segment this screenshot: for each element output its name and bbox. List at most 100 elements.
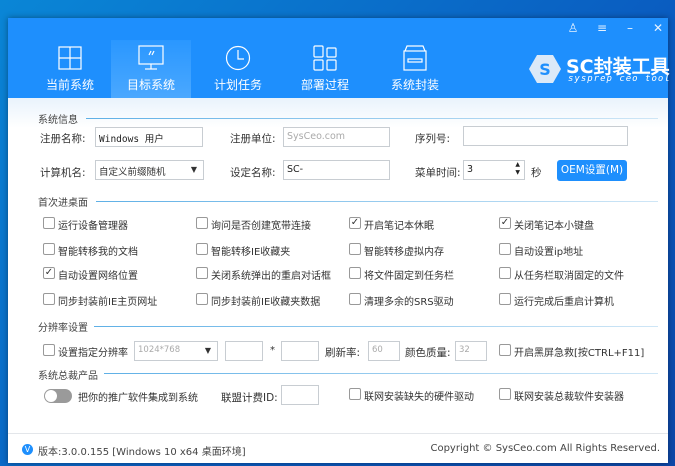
tab-label: 当前系统: [45, 78, 94, 92]
set-name-input[interactable]: SC-: [283, 160, 390, 180]
tab-target-system[interactable]: 目标系统: [111, 40, 191, 98]
section-first-desktop: 首次进桌面: [38, 198, 88, 209]
svg-text:S: S: [539, 60, 551, 79]
desktop-option-label: 智能转移虚拟内存: [364, 247, 444, 258]
desktop-option-label: 同步封装前IE收藏夹数据: [211, 297, 321, 308]
tab-deploy[interactable]: 部署过程: [285, 40, 365, 98]
sc-logo-icon: S: [529, 55, 561, 83]
reg-org-label: 注册单位:: [230, 133, 276, 145]
divider: [86, 118, 658, 119]
version-text: 版本:3.0.0.155 [Windows 10 x64 桌面环境]: [38, 447, 246, 458]
color-quality-label: 颜色质量:: [405, 347, 451, 359]
resolution-width-input[interactable]: [225, 341, 263, 361]
resolution-height-input[interactable]: [281, 341, 319, 361]
desktop-option-label: 关闭笔记本小键盘: [514, 221, 594, 232]
set-resolution-checkbox[interactable]: [43, 344, 55, 356]
tab-current-system[interactable]: 当前系统: [30, 40, 110, 98]
desktop-option-label: 关闭系统弹出的重启对话框: [211, 271, 331, 282]
version-icon: V: [22, 444, 33, 455]
desktop-option-checkbox[interactable]: [349, 293, 361, 305]
set-resolution-label: 设置指定分辨率: [58, 348, 128, 359]
installer-label: 联网安装总裁软件安装器: [514, 392, 624, 403]
computer-name-label: 计算机名:: [40, 167, 86, 179]
desktop-option-label: 询问是否创建宽带连接: [211, 221, 311, 232]
tab-label: 部署过程: [300, 78, 349, 92]
desktop-option-checkbox[interactable]: ✓: [43, 267, 55, 279]
set-name-label: 设定名称:: [230, 167, 276, 179]
desktop-option-checkbox[interactable]: [196, 267, 208, 279]
desktop-option-checkbox[interactable]: [43, 217, 55, 229]
desktop-option-label: 开启笔记本休眠: [364, 221, 434, 232]
divider: [96, 201, 658, 202]
color-quality-input[interactable]: 32: [455, 341, 487, 361]
menu-time-spinner[interactable]: 3 ▲ ▼: [463, 160, 525, 180]
resolution-select[interactable]: 1024*768: [134, 341, 218, 361]
spinner-arrows-icon[interactable]: ▲ ▼: [515, 161, 520, 177]
section-resolution: 分辨率设置: [38, 323, 88, 334]
desktop-option-checkbox[interactable]: [349, 267, 361, 279]
desktop-option-label: 自动设置网络位置: [58, 271, 138, 282]
alliance-id-label: 联盟计费ID:: [221, 392, 278, 404]
desktop-option-checkbox[interactable]: [499, 267, 511, 279]
serial-label: 序列号:: [415, 133, 451, 145]
desktop-option-checkbox[interactable]: [196, 293, 208, 305]
header: ♙ ≡ – ✕ 当前系统 目标系统 计划任务 部署过程 系统封装 S SC封装工…: [8, 18, 670, 98]
desktop-option-checkbox[interactable]: [43, 293, 55, 305]
box-icon: [403, 45, 427, 71]
tab-package[interactable]: 系统封装: [375, 40, 455, 98]
refresh-label: 刷新率:: [325, 347, 361, 359]
rescue-label: 开启黑屏急救[按CTRL+F11]: [514, 348, 645, 359]
rescue-checkbox[interactable]: [499, 344, 511, 356]
copyright-text: Copyright © SysCeo.com All Rights Reserv…: [430, 443, 660, 454]
times-sign: *: [270, 345, 275, 356]
reg-org-input[interactable]: SysCeo.com: [283, 127, 390, 147]
monitor-icon: [138, 45, 164, 70]
minimize-icon[interactable]: –: [620, 21, 640, 35]
app-window: ♙ ≡ – ✕ 当前系统 目标系统 计划任务 部署过程 系统封装 S SC封装工…: [8, 18, 670, 463]
target-system-panel: [8, 98, 668, 433]
clock-icon: [225, 45, 251, 71]
divider: [94, 326, 658, 327]
oem-settings-button[interactable]: OEM设置(M): [557, 160, 627, 181]
desktop-option-checkbox[interactable]: ✓: [499, 217, 511, 229]
menu-time-label: 菜单时间:: [415, 167, 461, 179]
desktop-option-checkbox[interactable]: [196, 217, 208, 229]
hw-driver-label: 联网安装缺失的硬件驱动: [364, 392, 474, 403]
desktop-option-checkbox[interactable]: [349, 243, 361, 255]
computer-name-select[interactable]: 自定义前缀随机: [95, 160, 204, 180]
refresh-input[interactable]: 60: [368, 341, 400, 361]
windows-icon: [58, 46, 82, 70]
desktop-option-label: 智能转移IE收藏夹: [211, 247, 291, 258]
promo-software-label: 把你的推广软件集成到系统: [78, 393, 198, 404]
divider: [104, 373, 658, 374]
section-system-info: 系统信息: [38, 115, 78, 126]
desktop-option-label: 智能转移我的文档: [58, 247, 138, 258]
user-icon[interactable]: ♙: [563, 21, 583, 35]
desktop-option-checkbox[interactable]: [499, 243, 511, 255]
section-products: 系统总裁产品: [38, 371, 98, 382]
tab-label: 系统封装: [390, 78, 439, 92]
menu-time-value: 3: [467, 164, 474, 175]
hw-driver-checkbox[interactable]: [349, 388, 361, 400]
alliance-id-input[interactable]: [281, 385, 319, 405]
reg-name-input[interactable]: Windows 用户: [95, 127, 203, 147]
desktop-option-label: 自动设置ip地址: [514, 247, 584, 258]
desktop-option-checkbox[interactable]: [196, 243, 208, 255]
tab-schedule[interactable]: 计划任务: [198, 40, 278, 98]
desktop-option-label: 清理多余的SRS驱动: [364, 297, 454, 308]
reg-name-label: 注册名称:: [40, 133, 86, 145]
tab-label: 计划任务: [213, 78, 262, 92]
grid-icon: [313, 45, 337, 71]
desktop-option-checkbox[interactable]: ✓: [349, 217, 361, 229]
desktop-option-label: 从任务栏取消固定的文件: [514, 271, 624, 282]
desktop-option-checkbox[interactable]: [499, 293, 511, 305]
close-icon[interactable]: ✕: [648, 21, 668, 35]
menu-icon[interactable]: ≡: [592, 21, 612, 35]
installer-checkbox[interactable]: [499, 388, 511, 400]
serial-input[interactable]: [463, 126, 628, 146]
desktop-option-checkbox[interactable]: [43, 243, 55, 255]
desktop-option-label: 运行完成后重启计算机: [514, 297, 614, 308]
footer: V 版本:3.0.0.155 [Windows 10 x64 桌面环境] Cop…: [8, 433, 668, 463]
promo-software-toggle[interactable]: [44, 389, 72, 403]
desktop-option-label: 运行设备管理器: [58, 221, 128, 232]
